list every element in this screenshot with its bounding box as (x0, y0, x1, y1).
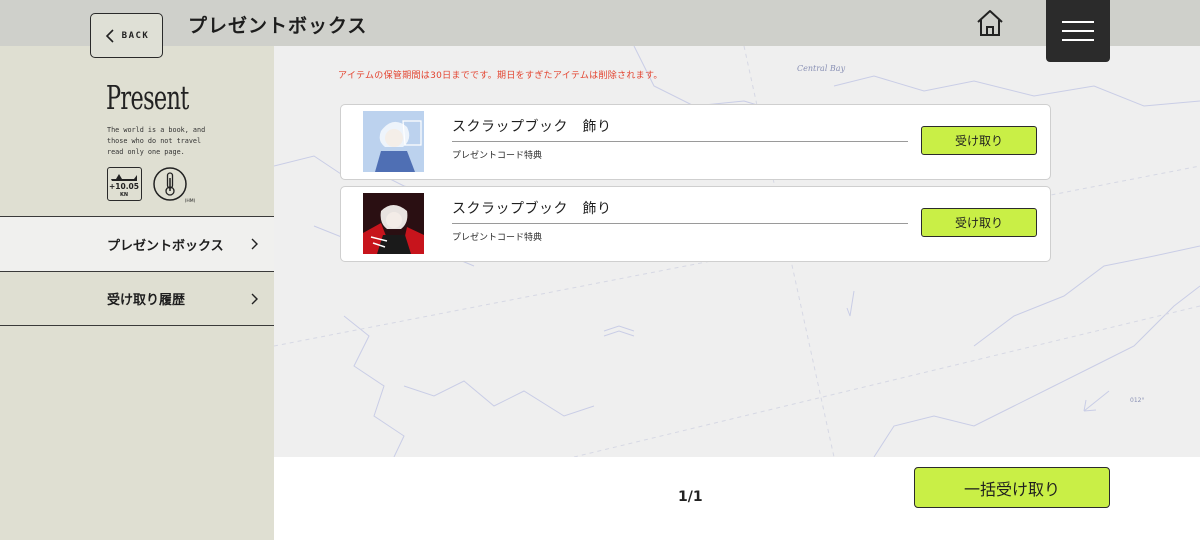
page-title: プレゼントボックス (188, 15, 368, 37)
speed-unit: KN (120, 192, 128, 198)
home-button[interactable] (974, 8, 1006, 38)
sidebar-menu: プレゼントボックス 受け取り履歴 (0, 216, 274, 326)
chevron-right-icon (251, 238, 258, 250)
home-icon (977, 10, 1003, 36)
bottom-bar: 1/1 一括受け取り (274, 457, 1200, 540)
hamburger-menu-icon (1062, 21, 1094, 23)
back-button[interactable]: BACK (90, 13, 163, 58)
hamburger-menu-button[interactable] (1046, 0, 1110, 62)
chevron-right-icon (251, 293, 258, 304)
present-list-area[interactable]: Central Bay 012° アイテムの保管期間は30日までです。期日をすぎ… (274, 46, 1200, 457)
receive-button[interactable]: 受け取り (921, 126, 1037, 155)
speed-value: +10.05 (109, 182, 139, 191)
item-divider (452, 223, 908, 224)
back-label: BACK (121, 30, 150, 41)
tagline-line: those who do not travel (107, 137, 202, 145)
top-bar: プレゼントボックス (0, 0, 1200, 46)
menu-bar (1062, 39, 1094, 41)
tagline-line: read only one page. (107, 148, 185, 156)
item-divider (452, 141, 908, 142)
tagline: The world is a book, and those who do no… (107, 125, 247, 158)
item-source: プレゼントコード特典 (452, 233, 543, 243)
brand-title: Present (106, 78, 189, 117)
sidebar: Present The world is a book, and those w… (0, 46, 274, 540)
thermometer-icon: (HM) (153, 167, 196, 204)
item-name: スクラップブック 飾り (452, 119, 612, 135)
pagination: 1/1 (678, 489, 703, 505)
item-name: スクラップブック 飾り (452, 201, 612, 217)
menu-bar (1062, 30, 1094, 32)
receive-button[interactable]: 受け取り (921, 208, 1037, 237)
map-bay-label: Central Bay (797, 64, 846, 73)
item-thumbnail (363, 111, 424, 172)
present-item-card: スクラップブック 飾り プレゼントコード特典 受け取り (340, 186, 1051, 262)
receive-all-button[interactable]: 一括受け取り (914, 467, 1110, 508)
tagline-line: The world is a book, and (107, 126, 206, 134)
sidebar-item-label: プレゼントボックス (107, 238, 224, 254)
chevron-left-icon (105, 28, 114, 43)
temp-unit: (HM) (185, 198, 196, 204)
temperature-badge: (HM) (152, 166, 198, 204)
map-heading-label: 012° (1130, 397, 1144, 404)
speed-badge: +10.05 KN (107, 167, 142, 201)
item-source: プレゼントコード特典 (452, 151, 543, 161)
sidebar-item-present-box[interactable]: プレゼントボックス (0, 216, 274, 271)
sidebar-item-receive-history[interactable]: 受け取り履歴 (0, 271, 274, 326)
sidebar-item-label: 受け取り履歴 (107, 293, 186, 308)
item-thumbnail (363, 193, 424, 254)
ship-icon: +10.05 KN (109, 174, 139, 198)
retention-notice: アイテムの保管期間は30日までです。期日をすぎたアイテムは削除されます。 (338, 71, 663, 81)
present-item-card: スクラップブック 飾り プレゼントコード特典 受け取り (340, 104, 1051, 180)
